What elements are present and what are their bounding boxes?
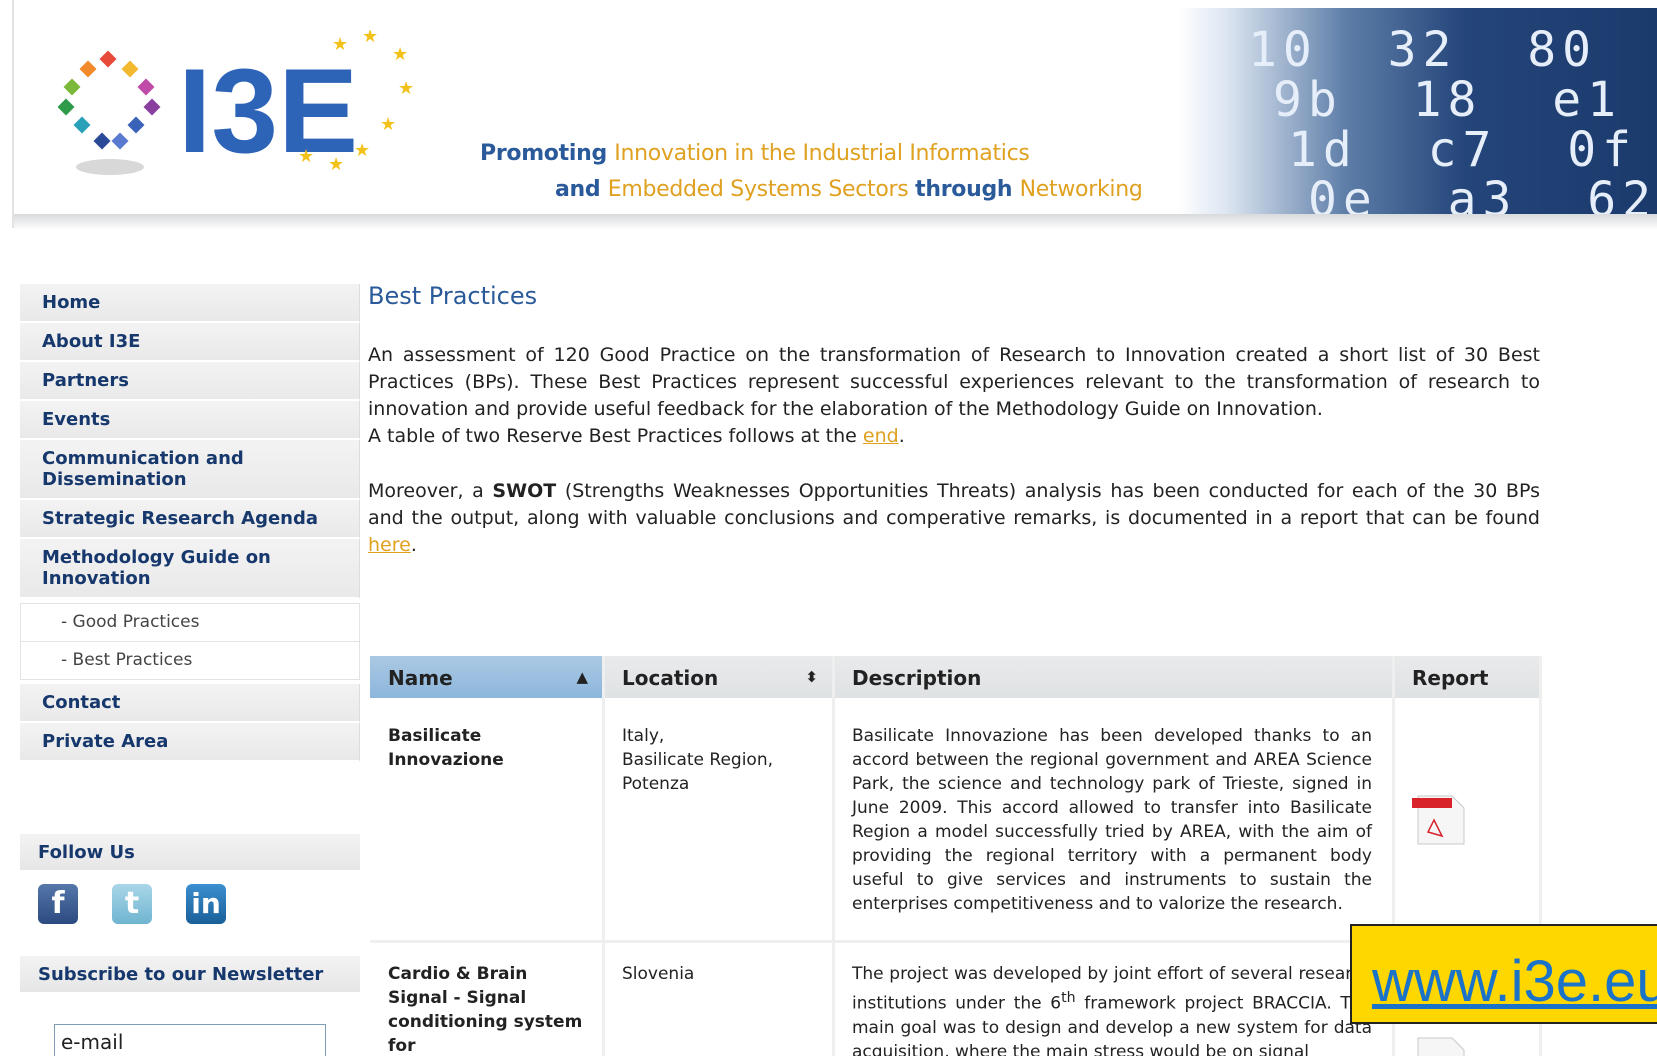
svg-text:★: ★ bbox=[380, 114, 396, 135]
table-row-2-description: The project was developed by joint effor… bbox=[852, 962, 1372, 1056]
column-divider bbox=[602, 656, 605, 1056]
linkedin-icon[interactable]: in bbox=[186, 884, 226, 924]
facebook-icon[interactable]: f bbox=[38, 884, 78, 924]
hex-code-row: 1d c7 0f 5a bbox=[1288, 122, 1637, 178]
tagline-segment: Promoting bbox=[480, 141, 615, 166]
svg-text:★: ★ bbox=[398, 78, 414, 99]
column-header-report-label: Report bbox=[1412, 666, 1489, 690]
sidebar-item-about-i3e[interactable]: About I3E bbox=[20, 323, 360, 362]
column-header-description-label: Description bbox=[852, 666, 982, 690]
svg-text:★: ★ bbox=[392, 44, 408, 65]
tagline-segment: and bbox=[555, 177, 608, 202]
column-header-report: Report bbox=[1394, 656, 1542, 698]
header-shadow bbox=[14, 214, 1657, 230]
table-row-2-location: Slovenia bbox=[622, 964, 695, 984]
column-header-location[interactable]: Location ⬍ bbox=[604, 656, 832, 698]
sidebar-subitem-good-practices[interactable]: - Good Practices bbox=[20, 603, 360, 642]
hex-code-row: 9b 18 e1 db bbox=[1273, 72, 1622, 128]
sidebar-nav: Home About I3E Partners Events Communication… bbox=[20, 284, 360, 762]
sidebar-item-events[interactable]: Events bbox=[20, 401, 360, 440]
intro-paragraph: An assessment of 120 Good Practice on th… bbox=[368, 342, 1540, 450]
here-link[interactable]: here bbox=[368, 534, 411, 556]
sort-both-icon: ⬍ bbox=[805, 668, 818, 686]
tagline-line-2: and Embedded Systems Sectors through Net… bbox=[480, 172, 1143, 208]
intro-text: An assessment of 120 Good Practice on th… bbox=[368, 344, 1540, 420]
sidebar-item-contact[interactable]: Contact bbox=[20, 684, 360, 723]
tagline-line-1: Promoting Innovation in the Industrial I… bbox=[480, 136, 1143, 172]
newsletter-title: Subscribe to our Newsletter bbox=[20, 956, 360, 992]
table-row-2-name: Cardio & Brain Signal - Signal condition… bbox=[388, 964, 583, 1056]
svg-text:★: ★ bbox=[354, 140, 370, 161]
sidebar-subitem-best-practices[interactable]: - Best Practices bbox=[20, 642, 360, 680]
tagline-segment: Embedded Systems Sectors bbox=[607, 177, 916, 202]
tagline-segment: through bbox=[915, 177, 1020, 202]
follow-us-title: Follow Us bbox=[20, 834, 360, 870]
swot-text-a: Moreover, a bbox=[368, 480, 493, 502]
svg-text:★: ★ bbox=[298, 146, 314, 167]
sidebar-item-strategic-research-agenda[interactable]: Strategic Research Agenda bbox=[20, 500, 360, 539]
sidebar-item-communication-and-dissemination[interactable]: Communication and Dissemination bbox=[20, 440, 360, 500]
pdf-report-icon[interactable] bbox=[1412, 1036, 1466, 1056]
hex-code-banner-image: 10 32 80 489b 18 e1 db1d c7 0f 5a0e a3 6… bbox=[1178, 8, 1657, 220]
hex-code-row: 10 32 80 48 bbox=[1248, 22, 1597, 78]
i3e-logo[interactable]: I3E ★ ★ ★ ★ ★ ★ ★ ★ bbox=[57, 26, 448, 190]
svg-text:★: ★ bbox=[362, 30, 378, 47]
row-2-desc-sup: th bbox=[1061, 990, 1076, 1006]
table-row-1-description: Basilicate Innovazione has been develope… bbox=[852, 726, 1372, 914]
end-link[interactable]: end bbox=[863, 425, 899, 447]
table-row-1-name: Basilicate Innovazione bbox=[388, 726, 504, 770]
column-header-location-label: Location bbox=[622, 666, 719, 690]
twitter-icon[interactable]: t bbox=[112, 884, 152, 924]
tagline-segment: Innovation in the Industrial Informatics bbox=[614, 141, 1030, 166]
pdf-report-icon[interactable] bbox=[1412, 794, 1466, 846]
swot-bold: SWOT bbox=[492, 480, 557, 502]
newsletter-email-input[interactable] bbox=[54, 1024, 326, 1056]
sidebar-item-partners[interactable]: Partners bbox=[20, 362, 360, 401]
column-header-name[interactable]: Name ▲ bbox=[370, 656, 602, 698]
sort-ascending-icon: ▲ bbox=[576, 668, 588, 686]
header-tagline: Promoting Innovation in the Industrial I… bbox=[480, 136, 1143, 208]
sidebar-item-home[interactable]: Home bbox=[20, 284, 360, 323]
hex-code-row: 0e a3 62 31 bbox=[1308, 172, 1657, 220]
reserve-text: A table of two Reserve Best Practices fo… bbox=[368, 425, 863, 447]
tagline-segment: Networking bbox=[1019, 177, 1143, 202]
reserve-text-suffix: . bbox=[898, 425, 905, 447]
column-header-description: Description bbox=[834, 656, 1392, 698]
table-row-1-location: Italy, Basilicate Region, Potenza bbox=[622, 726, 773, 794]
website-url-banner[interactable]: www.i3e.eu bbox=[1350, 924, 1657, 1024]
sidebar-item-private-area[interactable]: Private Area bbox=[20, 723, 360, 762]
page-title: Best Practices bbox=[368, 282, 538, 310]
swot-text-suffix: . bbox=[410, 534, 417, 556]
column-header-name-label: Name bbox=[388, 666, 453, 690]
sidebar-item-methodology-guide-on-innovation[interactable]: Methodology Guide on Innovation bbox=[20, 539, 360, 599]
column-divider bbox=[832, 656, 835, 1056]
svg-text:★: ★ bbox=[332, 34, 348, 55]
header-divider bbox=[12, 0, 14, 228]
svg-text:★: ★ bbox=[328, 154, 344, 175]
swot-paragraph: Moreover, a SWOT (Strengths Weaknesses O… bbox=[368, 478, 1540, 559]
site-header: I3E ★ ★ ★ ★ ★ ★ ★ ★ Promoting Innovation in t… bbox=[0, 0, 1657, 230]
